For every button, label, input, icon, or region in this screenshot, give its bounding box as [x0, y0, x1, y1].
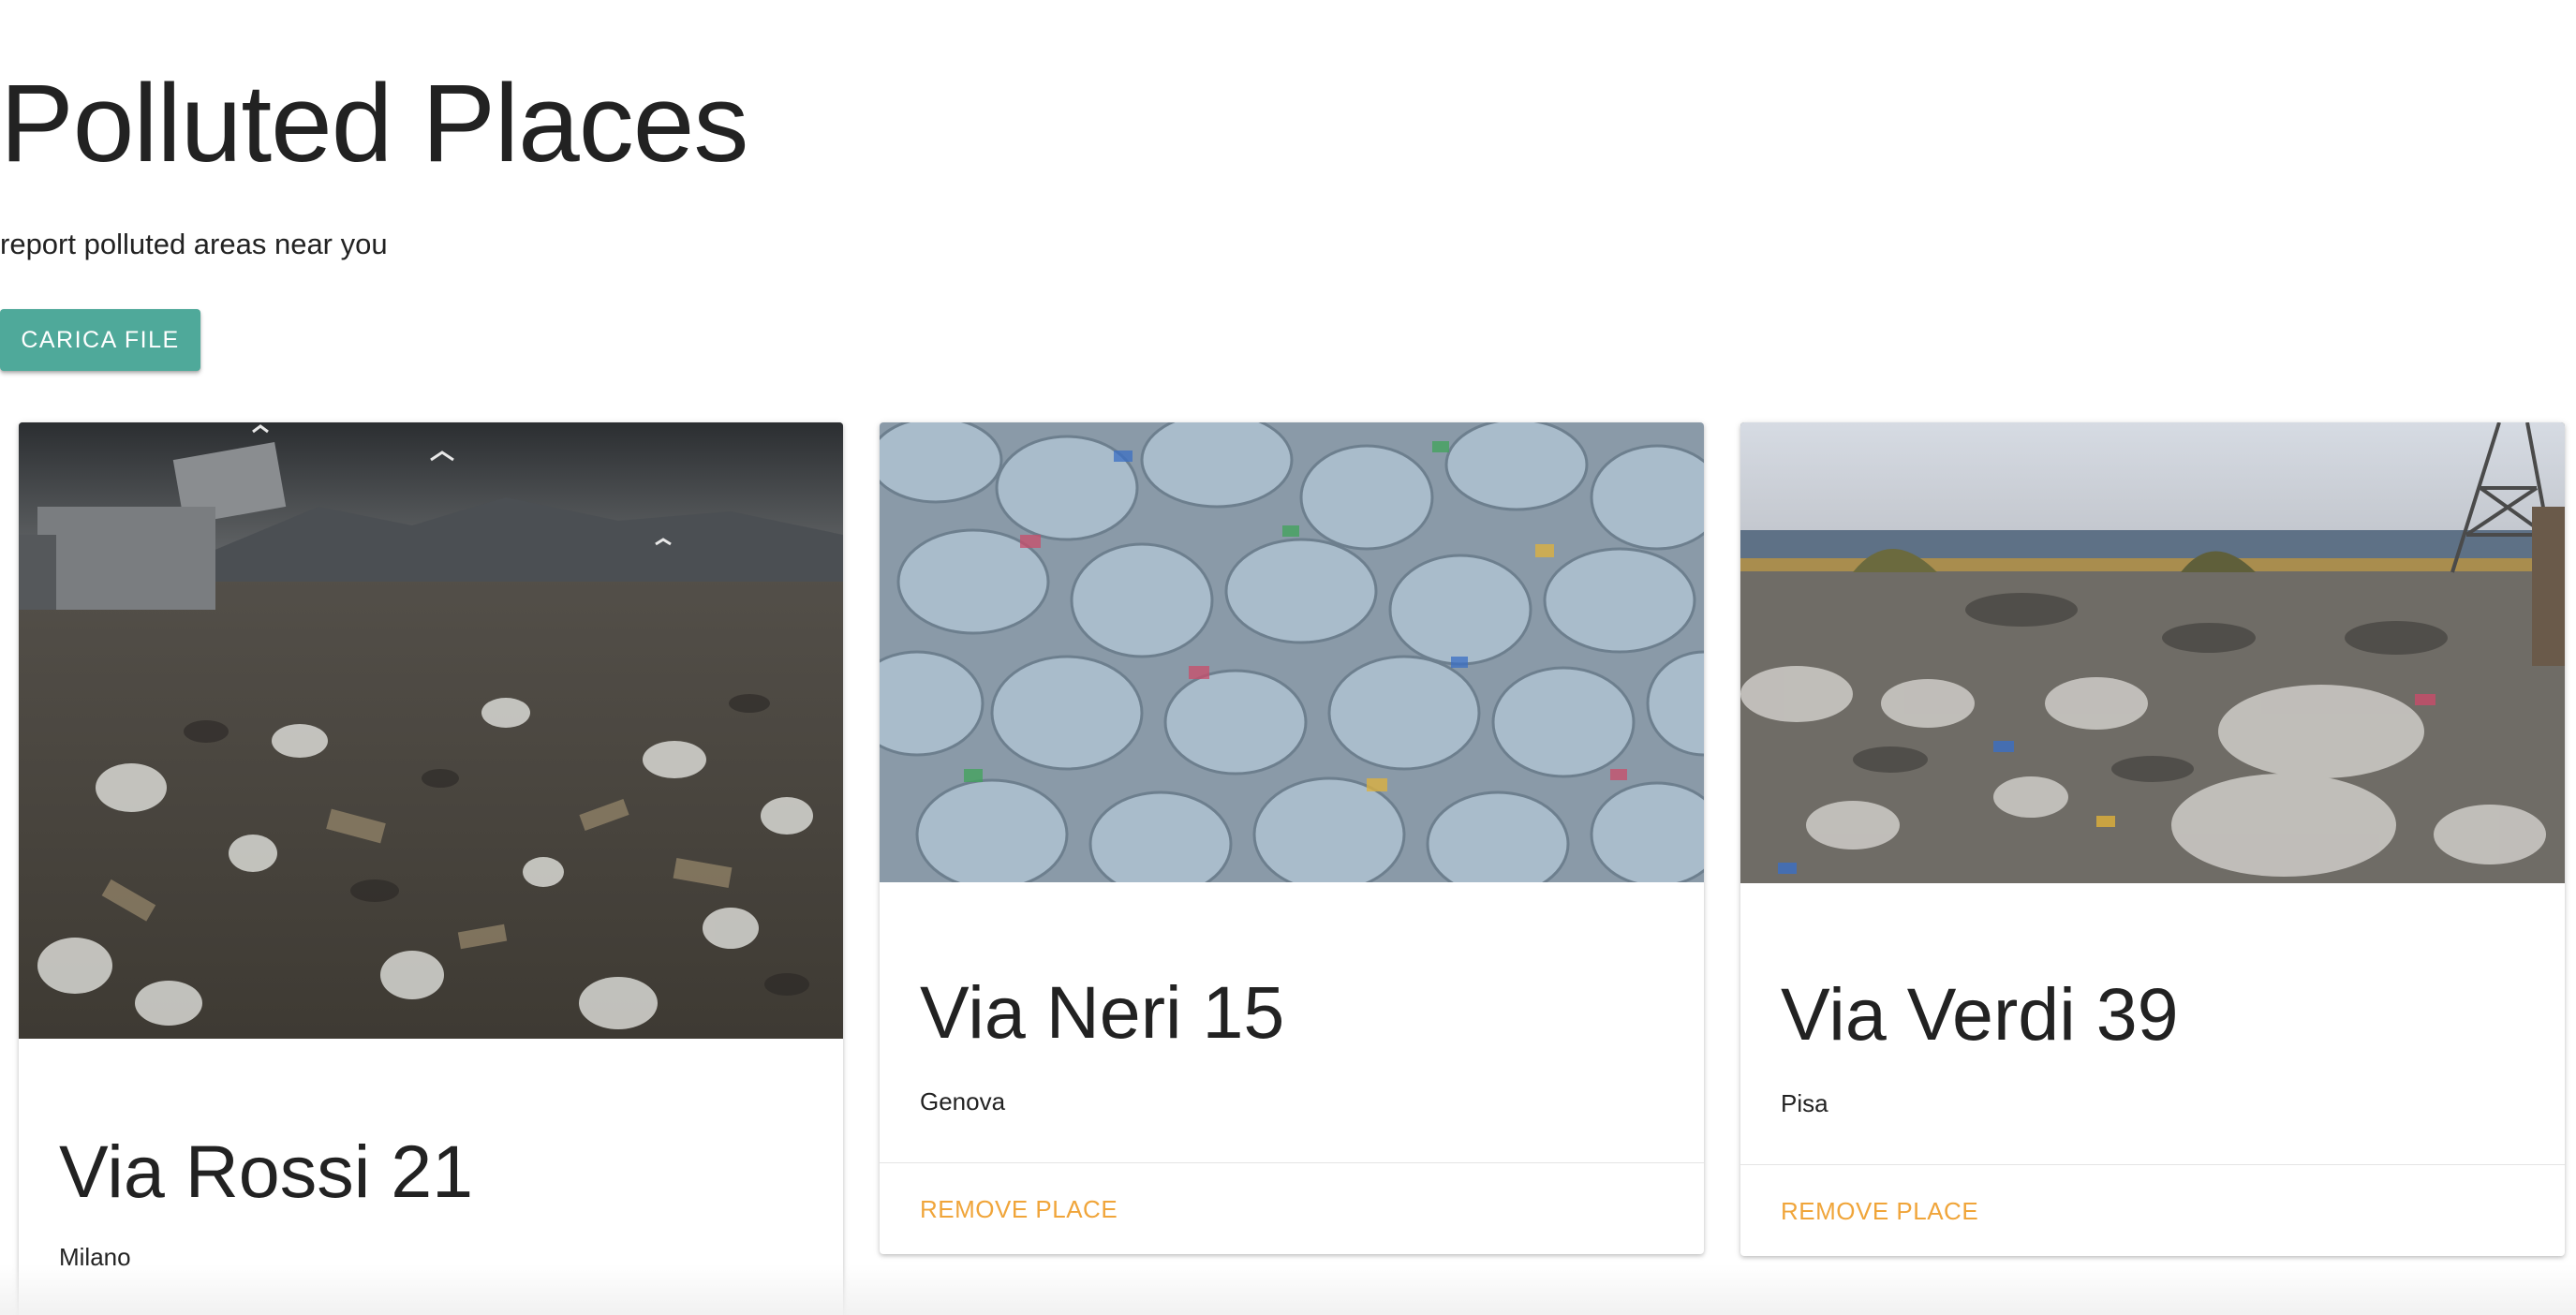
place-title: Via Rossi 21 — [59, 1130, 474, 1213]
page: Polluted Places report polluted areas ne… — [0, 0, 2576, 1315]
page-subtitle: report polluted areas near you — [0, 228, 388, 260]
place-title: Via Neri 15 — [920, 970, 1285, 1054]
remove-place-button[interactable]: REMOVE PLACE — [920, 1195, 1118, 1224]
upload-file-button[interactable]: CARICA FILE — [0, 309, 200, 371]
place-image — [19, 422, 843, 1039]
place-city: Milano — [59, 1243, 131, 1271]
place-title: Via Verdi 39 — [1781, 972, 2179, 1056]
place-card: Via Verdi 39 Pisa REMOVE PLACE — [1740, 422, 2565, 1256]
place-card: Via Neri 15 Genova REMOVE PLACE — [880, 422, 1704, 1254]
place-image — [880, 422, 1704, 882]
remove-place-button[interactable]: REMOVE PLACE — [1781, 1197, 1978, 1226]
place-card: Via Rossi 21 Milano — [19, 422, 843, 1315]
card-divider — [880, 1162, 1704, 1163]
place-image — [1740, 422, 2565, 883]
card-divider — [1740, 1164, 2565, 1165]
place-city: Pisa — [1781, 1089, 1828, 1117]
place-city: Genova — [920, 1087, 1006, 1116]
page-title: Polluted Places — [0, 62, 748, 185]
